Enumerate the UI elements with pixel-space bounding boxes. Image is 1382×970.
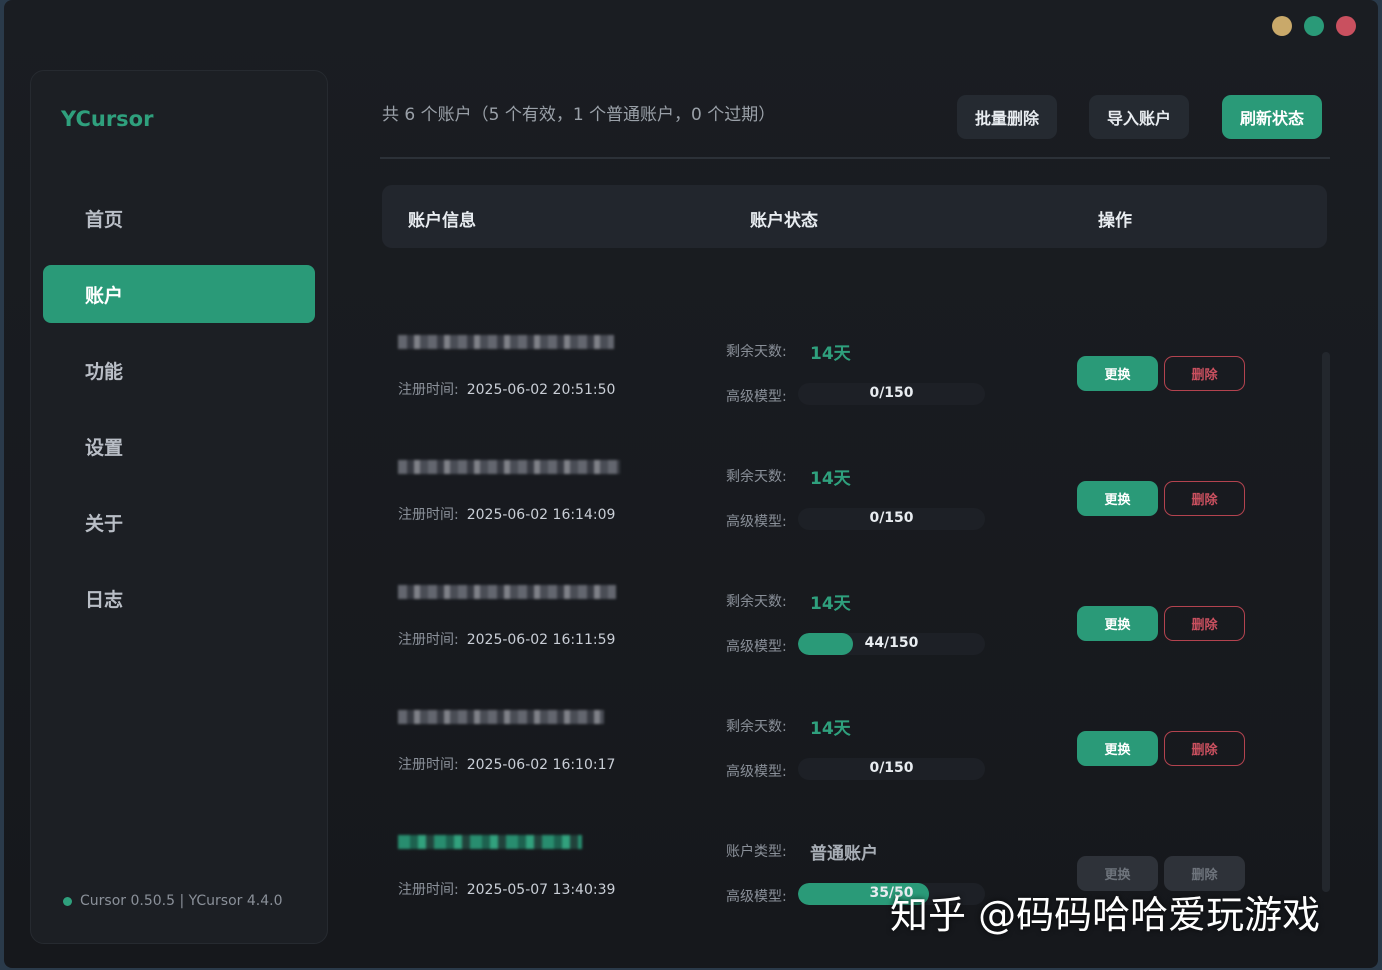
remaining-days-label: 剩余天数: — [726, 594, 787, 610]
status-dot-icon — [63, 896, 72, 906]
delete-button[interactable]: 删除 — [1164, 481, 1245, 516]
refresh-status-button[interactable]: 刷新状态 — [1222, 95, 1323, 139]
delete-button[interactable]: 删除 — [1164, 356, 1245, 391]
account-type-label: 账户类型: — [726, 844, 787, 860]
advanced-model-label: 高级模型: — [726, 889, 787, 905]
watermark: 知乎 @码码哈哈爱玩游戏 — [890, 893, 1321, 937]
remaining-days-label: 剩余天数: — [726, 719, 787, 735]
registered-time: 注册时间: 2025-06-02 20:51:50 — [398, 382, 616, 398]
brand-logo: YCursor — [61, 107, 154, 131]
remaining-days-label: 剩余天数: — [726, 469, 787, 485]
table-row: 注册时间: 2025-06-02 16:14:09 剩余天数: 14天 高级模型:… — [382, 460, 1327, 585]
remaining-days-value: 14天 — [810, 594, 851, 614]
delete-button[interactable]: 删除 — [1164, 731, 1245, 766]
scrollbar-thumb[interactable] — [1322, 352, 1330, 892]
header-divider — [380, 157, 1330, 159]
close-dot[interactable] — [1336, 16, 1356, 36]
sidebar: YCursor 首页 账户 功能 设置 关于 日志 Cursor 0.50.5 … — [30, 70, 328, 944]
usage-bar: 44/150 — [798, 633, 985, 655]
table-row: 注册时间: 2025-06-02 16:11:59 剩余天数: 14天 高级模型:… — [382, 585, 1327, 710]
remaining-days-value: 14天 — [810, 469, 851, 489]
remaining-days-value: 14天 — [810, 719, 851, 739]
minimize-dot[interactable] — [1272, 16, 1292, 36]
swap-button[interactable]: 更换 — [1077, 606, 1158, 641]
version-label: Cursor 0.50.5 | YCursor 4.4.0 — [80, 893, 283, 909]
list-scrollbar[interactable] — [1322, 352, 1330, 892]
import-accounts-button[interactable]: 导入账户 — [1089, 95, 1190, 139]
sidebar-item-accounts[interactable]: 账户 — [43, 265, 315, 323]
window-controls — [1272, 16, 1356, 36]
email-redacted — [398, 460, 620, 474]
table-row: 注册时间: 2025-06-02 20:51:50 剩余天数: 14天 高级模型:… — [382, 335, 1327, 460]
email-redacted — [398, 710, 604, 724]
column-header-account-status: 账户状态 — [750, 211, 818, 231]
usage-bar: 0/150 — [798, 508, 985, 530]
delete-button[interactable]: 删除 — [1164, 606, 1245, 641]
sidebar-item-logs[interactable]: 日志 — [43, 569, 315, 627]
column-header-account-info: 账户信息 — [408, 211, 476, 231]
remaining-days-label: 剩余天数: — [726, 344, 787, 360]
sidebar-item-about[interactable]: 关于 — [43, 493, 315, 551]
swap-button[interactable]: 更换 — [1077, 481, 1158, 516]
account-list: 注册时间: 2025-06-02 20:51:50 剩余天数: 14天 高级模型:… — [382, 248, 1327, 938]
email-redacted — [398, 585, 616, 599]
swap-button[interactable]: 更换 — [1077, 731, 1158, 766]
account-summary: 共 6 个账户（5 个有效，1 个普通账户，0 个过期） — [382, 105, 776, 125]
advanced-model-label: 高级模型: — [726, 389, 787, 405]
app-window: YCursor 首页 账户 功能 设置 关于 日志 Cursor 0.50.5 … — [4, 0, 1378, 968]
maximize-dot[interactable] — [1304, 16, 1324, 36]
batch-delete-button[interactable]: 批量删除 — [957, 95, 1058, 139]
email-redacted — [398, 335, 614, 349]
sidebar-nav: 首页 账户 功能 设置 关于 日志 — [43, 189, 315, 645]
sidebar-item-settings[interactable]: 设置 — [43, 417, 315, 475]
registered-time: 注册时间: 2025-05-07 13:40:39 — [398, 882, 616, 898]
usage-bar: 0/150 — [798, 758, 985, 780]
table-header: 账户信息 账户状态 操作 — [382, 185, 1327, 248]
advanced-model-label: 高级模型: — [726, 514, 787, 530]
advanced-model-label: 高级模型: — [726, 764, 787, 780]
usage-bar: 0/150 — [798, 383, 985, 405]
sidebar-item-features[interactable]: 功能 — [43, 341, 315, 399]
registered-time: 注册时间: 2025-06-02 16:11:59 — [398, 632, 616, 648]
registered-time: 注册时间: 2025-06-02 16:10:17 — [398, 757, 616, 773]
registered-time: 注册时间: 2025-06-02 16:14:09 — [398, 507, 616, 523]
email-redacted — [398, 835, 582, 849]
account-type-value: 普通账户 — [810, 844, 878, 864]
table-row: 注册时间: 2025-06-02 16:10:17 剩余天数: 14天 高级模型:… — [382, 710, 1327, 835]
swap-button[interactable]: 更换 — [1077, 356, 1158, 391]
column-header-actions: 操作 — [1098, 211, 1132, 231]
sidebar-item-home[interactable]: 首页 — [43, 189, 315, 247]
version-info: Cursor 0.50.5 | YCursor 4.4.0 — [63, 893, 283, 909]
remaining-days-value: 14天 — [810, 344, 851, 364]
advanced-model-label: 高级模型: — [726, 639, 787, 655]
